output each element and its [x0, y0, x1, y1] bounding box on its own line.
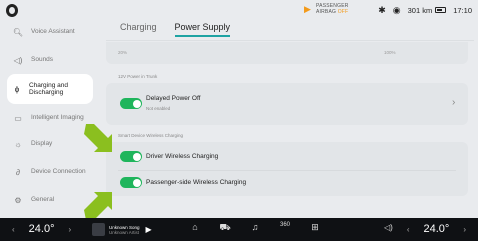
slider-min-label: 20% [118, 50, 128, 55]
row-divider [118, 170, 456, 171]
delayed-power-off-title: Delayed Power Off [146, 95, 201, 102]
song-title: Unknown Song [109, 224, 140, 230]
tab-divider [106, 40, 474, 41]
play-icon[interactable]: ▶ [146, 225, 152, 234]
settings-sidebar: 🔍︎ Voice Assistant ◁) Sounds ϕ Charging … [0, 18, 93, 218]
bluetooth-icon: ✱ [378, 5, 386, 15]
camera-icon: ▭ [14, 113, 22, 123]
tab-power-supply[interactable]: Power Supply [174, 22, 231, 37]
driver-climate: ‹ 24.0° › [12, 223, 71, 235]
airbag-warning-icon: ▶ [304, 4, 311, 14]
volume-icon[interactable]: ◁) [384, 223, 393, 232]
album-art [92, 223, 105, 236]
brightness-icon: ☼ [14, 139, 22, 149]
link-icon: ∂ [16, 167, 20, 177]
sidebar-item-label: Sounds [31, 56, 54, 64]
passenger-wireless-charging-label: Passenger-side Wireless Charging [146, 179, 247, 186]
temp-decrease-icon[interactable]: ‹ [12, 225, 15, 234]
tab-bar: Charging Power Supply [120, 22, 231, 37]
pointer-arrow-icon [84, 124, 112, 152]
sidebar-item-label: Voice Assistant [31, 28, 75, 36]
voice-assistant-icon: 🔍︎ [12, 27, 24, 37]
home-icon[interactable]: ⌂ [188, 222, 202, 234]
wireless-charging-card: Driver Wireless Charging Passenger-side … [106, 142, 468, 196]
slider-max-label: 100% [384, 50, 396, 55]
range-value: 301 km [407, 5, 433, 15]
battery-icon [435, 7, 447, 13]
sidebar-item-device-connection[interactable]: ∂ Device Connection [7, 160, 93, 184]
delayed-power-off-toggle[interactable] [120, 98, 142, 109]
airbag-line2: AIRBAG [316, 8, 338, 15]
dock-icons: ⌂ ⛟ ♫ 360 ⊞ [188, 222, 322, 234]
temp-decrease-icon[interactable]: ‹ [407, 225, 410, 234]
sidebar-item-label: Device Connection [31, 168, 86, 176]
gear-icon: ⚙︎ [14, 195, 22, 205]
bottom-dock: ‹ 24.0° › Unknown Song Unknown Artist ▶ … [0, 218, 478, 241]
brand-logo [6, 4, 18, 17]
sidebar-item-label: General [31, 196, 55, 204]
sidebar-item-display[interactable]: ☼ Display [7, 132, 93, 156]
passenger-airbag-indicator: ▶ PASSENGER AIRBAG OFF [304, 3, 349, 15]
wifi-icon: ◉ [392, 5, 401, 15]
sidebar-item-general[interactable]: ⚙︎ General [7, 188, 93, 212]
passenger-climate: ‹ 24.0° › [407, 223, 466, 235]
charging-plug-icon: ϕ [14, 84, 20, 94]
passenger-temperature[interactable]: 24.0° [424, 223, 450, 235]
song-artist: Unknown Artist [109, 229, 140, 235]
temp-increase-icon[interactable]: › [68, 225, 71, 234]
driver-temperature[interactable]: 24.0° [29, 223, 55, 235]
sidebar-item-label: Charging and Discharging [28, 81, 68, 97]
passenger-wireless-charging-toggle[interactable] [120, 177, 142, 188]
360-view-icon[interactable]: 360 [278, 222, 292, 234]
driver-wireless-charging-label: Driver Wireless Charging [146, 153, 219, 160]
sidebar-item-charging-and-discharging[interactable]: ϕ Charging and Discharging [7, 74, 93, 104]
tab-charging[interactable]: Charging [120, 22, 157, 37]
sidebar-item-label: Intelligent Imaging [31, 114, 84, 122]
sidebar-item-intelligent-imaging[interactable]: ▭ Intelligent Imaging [7, 106, 93, 130]
temp-increase-icon[interactable]: › [463, 225, 466, 234]
charge-limit-slider-card[interactable]: 20% 100% [106, 42, 468, 64]
music-icon[interactable]: ♫ [248, 222, 262, 234]
sidebar-item-sounds[interactable]: ◁) Sounds [7, 48, 93, 72]
media-mini-player[interactable]: Unknown Song Unknown Artist ▶ [92, 222, 162, 237]
sidebar-item-voice-assistant[interactable]: 🔍︎ Voice Assistant [7, 20, 93, 44]
delayed-power-off-card[interactable]: Delayed Power Off Not enabled › [106, 83, 468, 125]
airbag-status: OFF [337, 8, 349, 15]
delayed-power-off-status: Not enabled [146, 106, 171, 111]
driver-wireless-charging-toggle[interactable] [120, 151, 142, 162]
speaker-icon: ◁) [13, 55, 23, 65]
clock: 17:10 [453, 5, 472, 15]
sidebar-item-label: Display [31, 140, 53, 148]
apps-grid-icon[interactable]: ⊞ [308, 222, 322, 234]
chevron-right-icon: › [452, 97, 456, 108]
section-label-wireless-charging: Smart Device Wireless Charging [118, 133, 184, 138]
section-label-trunk-power: 12V Power in Trunk [118, 74, 158, 79]
car-icon[interactable]: ⛟ [218, 222, 232, 234]
